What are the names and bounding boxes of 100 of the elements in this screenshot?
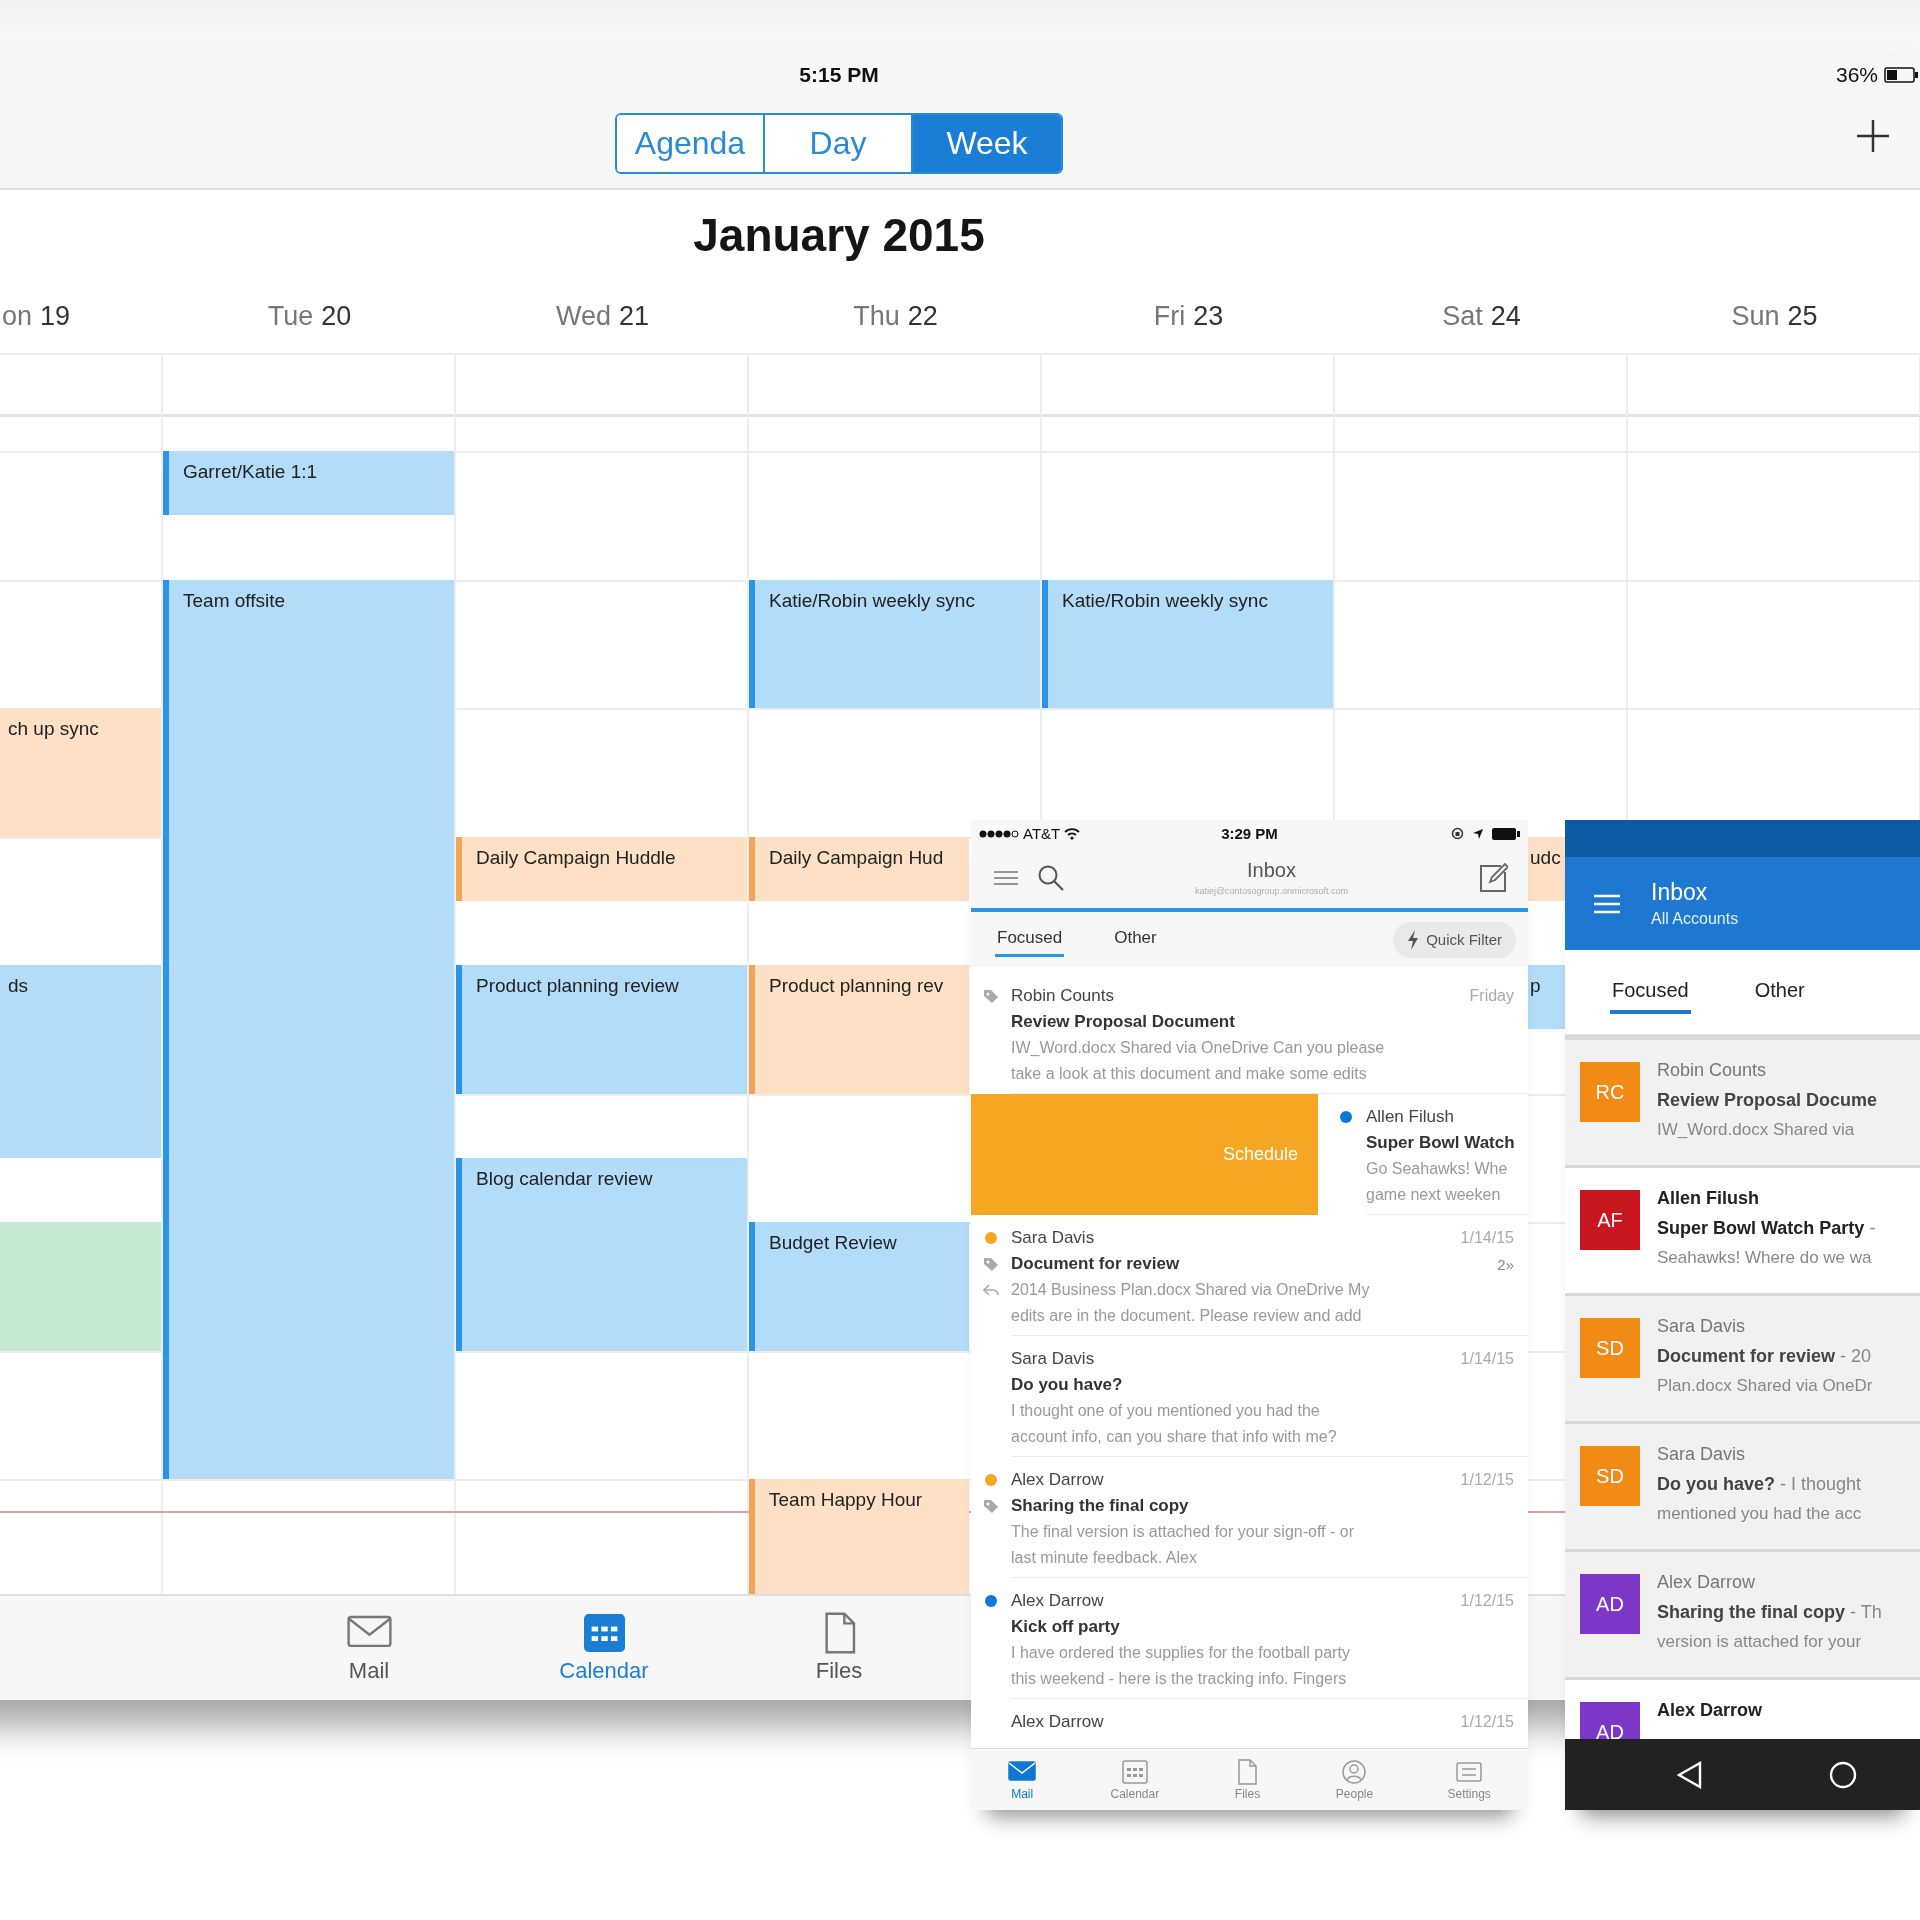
compose-icon[interactable] [1478,862,1508,893]
message-subject: Super Bowl Watch Party - [1657,1218,1876,1239]
calendar-event[interactable]: Katie/Robin weekly sync [749,579,1040,708]
lock-rotation-icon [1451,827,1464,840]
account-address: katiej@contosogroup.onmicrosoft.com [1194,886,1349,896]
weekday-label: on [2,301,33,332]
calendar-event[interactable]: ds [0,965,161,1158]
avatar: RC [1580,1062,1640,1122]
calendar-event[interactable]: Product planning rev [749,965,969,1094]
sender-name: Sara Davis [1011,1349,1095,1369]
message-preview: I have ordered the supplies for the football party [1011,1643,1351,1663]
mail-tab[interactable]: Other [1752,970,1807,1014]
sender-name: Allen Filush [1366,1107,1454,1127]
sender-name: Robin Counts [1011,986,1114,1006]
view-tab[interactable]: Agenda [617,115,765,172]
message-subject: Sharing the final copy [1011,1496,1189,1516]
signal-icon [979,828,1019,839]
weekday-label: Sun [1731,301,1780,332]
message-row[interactable]: AD Alex Darrow [1565,1680,1920,1739]
tab-bar-item[interactable]: Calendar [486,1596,722,1700]
message-row[interactable]: SD Sara Davis Do you have? - I thought mentioned you had the acc [1565,1424,1920,1549]
day-number: 21 [619,301,650,332]
home-icon[interactable] [1829,1760,1857,1789]
calendar-event[interactable]: Daily Campaign Hud [749,836,969,901]
mail-tab[interactable]: Focused [995,922,1065,957]
weekday-label: Tue [267,301,314,332]
view-tab[interactable]: Day [765,115,913,172]
sender-name: Sara Davis [1011,1228,1095,1248]
message-date: Friday [1469,987,1514,1005]
inbox-title: Inbox [1247,859,1296,882]
message-subject: Review Proposal Document [1011,1012,1235,1032]
message-preview: mentioned you had the acc [1657,1504,1862,1524]
weekday-label: Sat [1442,301,1483,332]
add-icon[interactable] [1856,119,1890,153]
weekday-label: Fri [1153,301,1186,332]
calendar-event[interactable]: Product planning review [456,965,747,1094]
sender-name: Allen Filush [1657,1188,1760,1209]
message-subject: Document for review - 20 [1657,1346,1873,1367]
view-tab[interactable]: Week [913,115,1061,172]
day-number: 23 [1193,301,1224,332]
calendar-event[interactable]: Budget Review [749,1222,969,1351]
lightning-icon [1407,929,1420,950]
back-icon[interactable] [1676,1760,1702,1789]
mail-tab[interactable]: Focused [1610,970,1691,1014]
message-row[interactable]: SD Sara Davis Document for review - 20 Plan.docx Shared via OneDr [1565,1296,1920,1421]
message-preview: Seahawks! Where do we wa [1657,1248,1873,1268]
message-preview: edits are in the document. Please review and add [1011,1306,1363,1326]
message-subject: Sharing the final copy - Th [1657,1602,1882,1623]
calendar-event[interactable]: p [1528,965,1565,1030]
sender-name: Sara Davis [1657,1316,1747,1337]
message-preview: Go Seahawks! Whe [1366,1159,1509,1179]
message-preview: IW_Word.docx Shared via [1657,1120,1856,1140]
battery-icon [1492,827,1520,840]
quick-filter-button[interactable]: Quick Filter [1393,921,1516,958]
calendar-event[interactable]: udc [1528,836,1565,901]
message-preview: Plan.docx Shared via OneDr [1657,1376,1873,1396]
avatar: SD [1580,1318,1640,1378]
calendar-event[interactable]: Katie/Robin weekly sync [1042,579,1333,708]
mail-tab[interactable]: Other [1112,922,1159,957]
sender-name: Alex Darrow [1011,1470,1104,1490]
message-date: 1/12/15 [1460,1471,1514,1489]
location-icon [1472,827,1484,840]
status-time: 3:29 PM [1221,825,1278,842]
message-subject: Do you have? - I thought [1657,1474,1862,1495]
calendar-event[interactable]: ch up sync [0,708,161,837]
calendar-event[interactable]: Blog calendar review [456,1157,747,1351]
message-preview: last minute feedback. Alex [1011,1548,1198,1568]
calendar-icon [1120,1758,1149,1785]
menu-icon[interactable] [993,869,1019,886]
account-filter: All Accounts [1651,910,1739,928]
message-row[interactable]: AD Alex Darrow Sharing the final copy - Th version is attached for your [1565,1552,1920,1677]
message-date: 1/12/15 [1460,1713,1514,1731]
tab-bar-item[interactable]: Mail [1008,1758,1037,1801]
message-subject: Review Proposal Docume [1657,1090,1878,1111]
calendar-event[interactable]: Daily Campaign Huddle [456,836,747,901]
weekday-label: Thu [853,301,900,332]
sender-name: Alex Darrow [1657,1572,1757,1593]
month-title: January 2015 [693,208,985,263]
message-preview: game next weeken [1366,1185,1502,1205]
search-icon[interactable] [1037,863,1065,892]
message-subject: Do you have? [1011,1375,1123,1395]
sender-name: Alex Darrow [1657,1700,1763,1721]
weekday-label: Wed [555,301,611,332]
tab-bar-item[interactable]: Files [721,1596,957,1700]
avatar: AD [1580,1702,1640,1739]
day-number: 25 [1787,301,1818,332]
message-row[interactable]: AF Allen Filush Super Bowl Watch Party - Seahawks! Where do we wa [1565,1168,1920,1293]
calendar-event[interactable]: Team Happy Hour [749,1479,969,1594]
tab-bar-item[interactable]: Mail [251,1596,487,1700]
message-preview: version is attached for your [1657,1632,1863,1652]
message-preview: I thought one of you mentioned you had the [1011,1401,1321,1421]
calendar-event[interactable]: Team offsite [163,579,454,1479]
message-subject: Kick off party [1011,1617,1120,1637]
message-preview: 2014 Business Plan.docx Shared via OneDrive My [1011,1280,1371,1300]
person-icon [1340,1758,1369,1785]
message-date: 1/12/15 [1460,1592,1514,1610]
day-number: 20 [321,301,352,332]
day-number: 19 [40,301,71,332]
message-row[interactable]: RC Robin Counts Review Proposal Docume IW_Word.docx Shared via [1565,1040,1920,1165]
calendar-event[interactable]: Garret/Katie 1:1 [163,451,454,516]
